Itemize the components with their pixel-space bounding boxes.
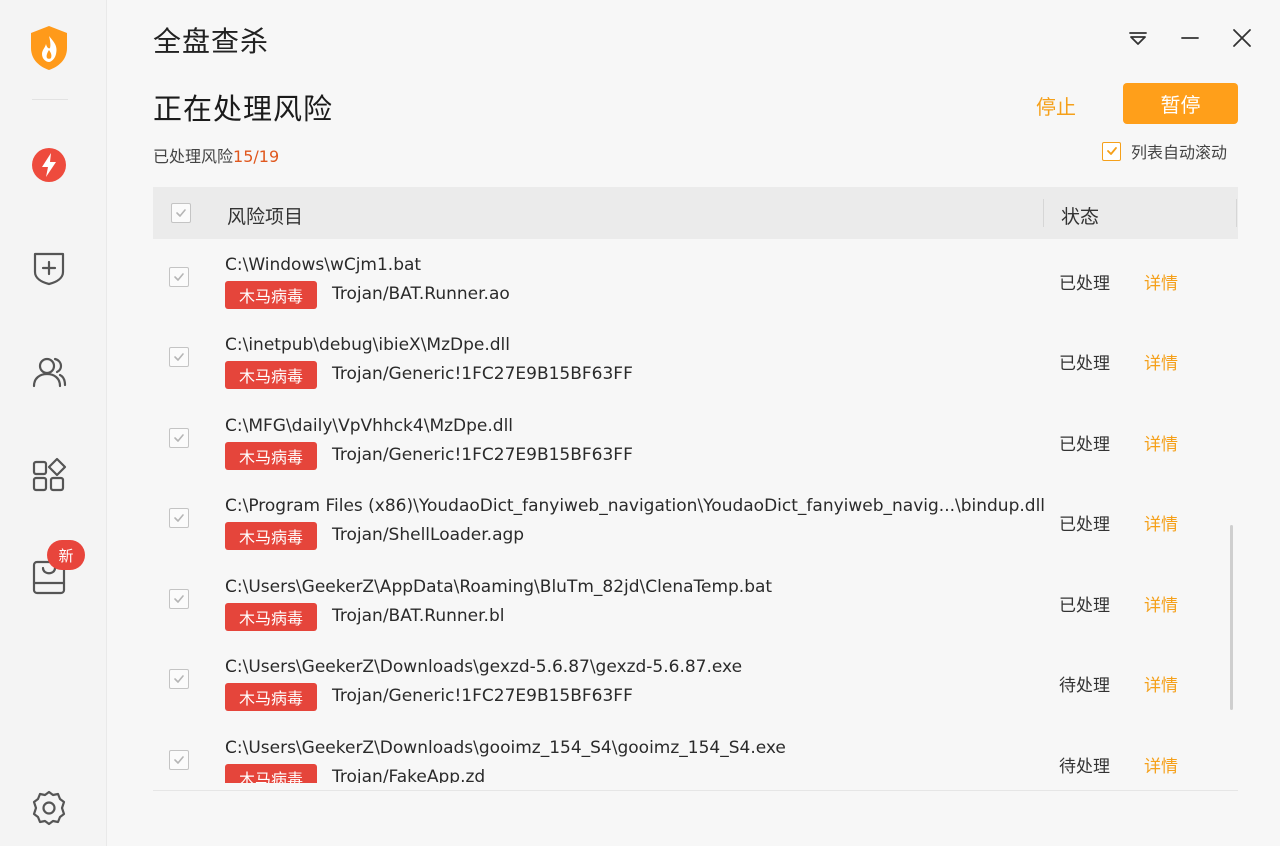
- row-checkbox[interactable]: [169, 508, 189, 528]
- threat-name: Trojan/Generic!1FC27E9B15BF63FF: [332, 686, 633, 706]
- threat-name: Trojan/BAT.Runner.ao: [332, 284, 510, 304]
- row-checkbox[interactable]: [169, 428, 189, 448]
- sidebar: 新: [0, 0, 107, 846]
- file-path: C:\Windows\wCjm1.bat: [225, 255, 422, 275]
- sidebar-divider: [32, 99, 68, 100]
- close-icon: [1233, 29, 1251, 47]
- row-checkbox[interactable]: [169, 267, 189, 287]
- check-icon: [174, 675, 184, 683]
- column-divider: [1043, 199, 1044, 227]
- threat-name: Trojan/BAT.Runner.bl: [332, 606, 505, 626]
- detail-link[interactable]: 详情: [1144, 752, 1178, 777]
- threat-tag: 木马病毒: [225, 361, 317, 389]
- file-path: C:\MFG\daily\VpVhhck4\MzDpe.dll: [225, 416, 514, 436]
- detail-link[interactable]: 详情: [1144, 349, 1178, 374]
- status-text: 已处理: [1059, 435, 1110, 455]
- table-row: C:\Program Files (x86)\YoudaoDict_fanyiw…: [153, 480, 1238, 560]
- threat-name: Trojan/Generic!1FC27E9B15BF63FF: [332, 364, 633, 384]
- table-row: C:\Users\GeekerZ\Downloads\gexzd-5.6.87\…: [153, 641, 1238, 721]
- threat-name: Trojan/FakeApp.zd: [332, 767, 486, 783]
- row-checkbox[interactable]: [169, 669, 189, 689]
- status-text: 已处理: [1059, 354, 1110, 374]
- file-path: C:\Program Files (x86)\YoudaoDict_fanyiw…: [225, 496, 1046, 516]
- autoscroll-toggle[interactable]: 列表自动滚动: [1102, 139, 1227, 163]
- column-header-risk-item: 风险项目: [227, 206, 304, 228]
- stop-button[interactable]: 停止: [1036, 91, 1076, 120]
- check-icon: [174, 756, 184, 764]
- progress-label: 已处理风险: [153, 147, 234, 166]
- table-header: 风险项目 状态: [153, 187, 1238, 239]
- select-all-checkbox[interactable]: [171, 203, 191, 223]
- status-text: 已处理: [1059, 515, 1110, 535]
- main-panel: 全盘查杀 正在处理风险 已处理风险15/19 停止 暂停 列表自动滚动 风险项目…: [108, 0, 1280, 846]
- list-scrollbar[interactable]: [1230, 525, 1233, 710]
- users-icon: [32, 357, 67, 388]
- status-text: 待处理: [1059, 676, 1110, 696]
- lightning-icon: [32, 148, 66, 182]
- file-path: C:\inetpub\debug\ibieX\MzDpe.dll: [225, 335, 511, 355]
- autoscroll-label: 列表自动滚动: [1131, 143, 1228, 162]
- sidebar-item-accounts[interactable]: [29, 352, 69, 392]
- threat-tag: 木马病毒: [225, 764, 317, 783]
- autoscroll-checkbox[interactable]: [1102, 141, 1121, 161]
- table-row: C:\Users\GeekerZ\AppData\Roaming\BluTm_8…: [153, 561, 1238, 641]
- file-path: C:\Users\GeekerZ\Downloads\gooimz_154_S4…: [225, 738, 786, 758]
- sidebar-item-protection[interactable]: [29, 248, 69, 288]
- detail-link[interactable]: 详情: [1144, 430, 1178, 455]
- check-icon: [174, 273, 184, 281]
- threat-name: Trojan/Generic!1FC27E9B15BF63FF: [332, 445, 633, 465]
- column-divider: [1236, 199, 1237, 227]
- window-title: 全盘查杀: [153, 25, 270, 58]
- sidebar-item-speedup[interactable]: [29, 145, 69, 185]
- threat-tag: 木马病毒: [225, 281, 317, 309]
- table-body: C:\Windows\wCjm1.bat 木马病毒 Trojan/BAT.Run…: [153, 239, 1238, 783]
- detail-link[interactable]: 详情: [1144, 510, 1178, 535]
- minimize-icon: [1181, 37, 1199, 39]
- file-path: C:\Users\GeekerZ\Downloads\gexzd-5.6.87\…: [225, 657, 743, 677]
- menu-dropdown-button[interactable]: [1124, 24, 1152, 52]
- progress-count: 15/19: [233, 147, 280, 166]
- threat-tag: 木马病毒: [225, 442, 317, 470]
- check-icon: [174, 353, 184, 361]
- column-header-status: 状态: [1061, 206, 1100, 228]
- status-text: 已处理: [1059, 596, 1110, 616]
- minimize-button[interactable]: [1176, 24, 1204, 52]
- row-checkbox[interactable]: [169, 750, 189, 770]
- settings-button[interactable]: [29, 788, 69, 828]
- threat-tag: 木马病毒: [225, 603, 317, 631]
- sidebar-item-toolbox[interactable]: [29, 455, 69, 495]
- table-row: C:\Users\GeekerZ\Downloads\gooimz_154_S4…: [153, 722, 1238, 783]
- page-heading: 正在处理风险: [153, 92, 334, 126]
- progress-text: 已处理风险15/19: [153, 143, 279, 167]
- check-icon: [174, 514, 184, 522]
- shield-flame-logo: [31, 26, 67, 70]
- row-checkbox[interactable]: [169, 347, 189, 367]
- check-icon: [176, 209, 186, 217]
- status-text: 待处理: [1059, 757, 1110, 777]
- apps-grid-icon: [32, 457, 67, 492]
- table-row: C:\Windows\wCjm1.bat 木马病毒 Trojan/BAT.Run…: [153, 239, 1238, 319]
- close-button[interactable]: [1228, 24, 1256, 52]
- row-checkbox[interactable]: [169, 589, 189, 609]
- check-icon: [1106, 147, 1117, 155]
- detail-link[interactable]: 详情: [1144, 269, 1178, 294]
- status-text: 已处理: [1059, 274, 1110, 294]
- check-icon: [174, 595, 184, 603]
- pause-button[interactable]: 暂停: [1123, 83, 1238, 124]
- shield-plus-icon: [33, 252, 65, 286]
- table-row: C:\MFG\daily\VpVhhck4\MzDpe.dll 木马病毒 Tro…: [153, 400, 1238, 480]
- gear-icon: [32, 790, 66, 826]
- dropdown-menu-icon: [1129, 32, 1147, 45]
- check-icon: [174, 434, 184, 442]
- threat-name: Trojan/ShellLoader.agp: [332, 525, 525, 545]
- table-row: C:\inetpub\debug\ibieX\MzDpe.dll 木马病毒 Tr…: [153, 319, 1238, 399]
- detail-link[interactable]: 详情: [1144, 591, 1178, 616]
- new-badge: 新: [47, 540, 85, 570]
- detail-link[interactable]: 详情: [1144, 671, 1178, 696]
- threat-tag: 木马病毒: [225, 522, 317, 550]
- threat-tag: 木马病毒: [225, 683, 317, 711]
- risk-table: 风险项目 状态 C:\Windows\wCjm1.bat 木马病毒 Trojan…: [153, 187, 1238, 791]
- file-path: C:\Users\GeekerZ\AppData\Roaming\BluTm_8…: [225, 577, 773, 597]
